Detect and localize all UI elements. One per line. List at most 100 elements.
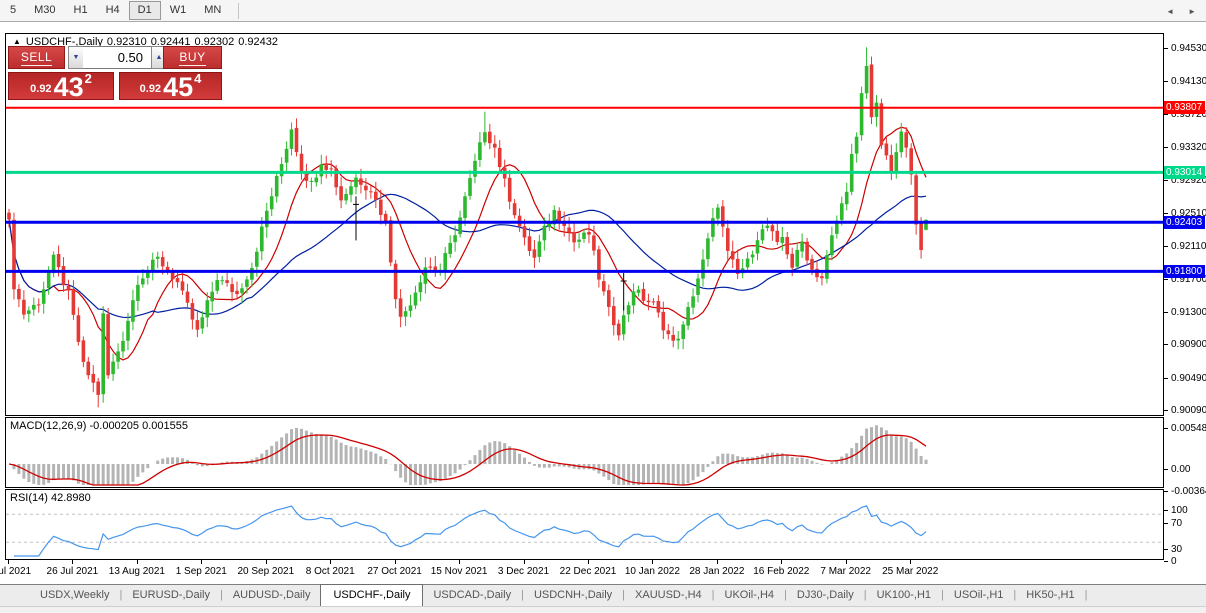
buy-price-digits: 45 bbox=[163, 76, 193, 98]
candle-body bbox=[557, 211, 561, 222]
buy-button[interactable]: BUY bbox=[163, 46, 222, 69]
tab-audusd-daily[interactable]: AUDUSD-,Daily bbox=[223, 585, 321, 606]
timeframe-button-mn[interactable]: MN bbox=[195, 1, 230, 20]
tab-ukoil-h4[interactable]: UKOil-,H4 bbox=[715, 585, 785, 606]
candle-body bbox=[676, 339, 680, 341]
candle-body bbox=[111, 362, 115, 375]
collapse-quote-icon[interactable]: ▲ bbox=[13, 37, 21, 46]
candle-body bbox=[265, 211, 269, 228]
tab-usdx-weekly[interactable]: USDX,Weekly bbox=[30, 585, 119, 606]
candle-body bbox=[548, 223, 552, 227]
candle-body bbox=[240, 288, 244, 293]
candle-body bbox=[612, 306, 616, 325]
tab-eurusd-daily[interactable]: EURUSD-,Daily bbox=[122, 585, 220, 606]
tab-usdchf-daily[interactable]: USDCHF-,Daily bbox=[320, 584, 423, 606]
candle-body bbox=[845, 192, 849, 204]
candle-body bbox=[280, 164, 284, 176]
tick-mark bbox=[1164, 81, 1168, 82]
candle-body bbox=[235, 291, 239, 294]
tab-hk50-h1[interactable]: HK50-,H1 bbox=[1016, 585, 1084, 606]
candle-body bbox=[230, 284, 234, 292]
tab-uk100-h1[interactable]: UK100-,H1 bbox=[867, 585, 941, 606]
candle-body bbox=[443, 253, 447, 271]
timeframe-button-w1[interactable]: W1 bbox=[161, 1, 196, 20]
candle-body bbox=[790, 254, 794, 268]
candle-body bbox=[448, 243, 452, 254]
tick-mark bbox=[1164, 279, 1168, 280]
candle-body bbox=[538, 241, 542, 257]
trading-terminal-window: 5M30H1H4D1W1MN ▲USDCHF-,Daily0.923100.92… bbox=[0, 0, 1206, 613]
rsi-chart[interactable] bbox=[6, 490, 1163, 559]
candle-body bbox=[250, 268, 254, 280]
candle-body bbox=[206, 300, 210, 317]
macd-axis-label-value: 0.00 bbox=[1171, 464, 1190, 475]
candle-body bbox=[17, 289, 21, 299]
macd-axis-label: 0.00 bbox=[1164, 464, 1190, 475]
rsi-axis-label-value: 30 bbox=[1171, 544, 1182, 555]
date-tick-mark bbox=[459, 560, 460, 564]
timeframe-button-h4[interactable]: H4 bbox=[97, 1, 129, 20]
candle-body bbox=[419, 282, 423, 292]
candle-body bbox=[87, 362, 91, 376]
candle-body bbox=[453, 235, 457, 242]
price-badge: 0.93014 bbox=[1164, 166, 1205, 179]
tab-usoil-h1[interactable]: USOil-,H1 bbox=[944, 585, 1014, 606]
date-axis: 7 Jul 202126 Jul 202113 Aug 20211 Sep 20… bbox=[0, 560, 1164, 582]
candle-body bbox=[374, 192, 378, 200]
rsi-axis-label-value: 70 bbox=[1171, 518, 1182, 529]
sell-button-label: SELL bbox=[21, 50, 52, 66]
candle-body bbox=[161, 257, 165, 266]
tab-xauusd-h4[interactable]: XAUUSD-,H4 bbox=[625, 585, 712, 606]
date-tick-mark bbox=[201, 560, 202, 564]
buy-price-box[interactable]: 0.92 45 4 bbox=[119, 72, 222, 100]
candle-body bbox=[587, 232, 591, 235]
date-label: 10 Jan 2022 bbox=[625, 566, 680, 577]
candle-body bbox=[101, 313, 105, 394]
tab-scroll-left-icon[interactable]: ◄ bbox=[1166, 7, 1174, 16]
candle-body bbox=[156, 257, 160, 259]
timeframe-button-5[interactable]: 5 bbox=[1, 1, 25, 20]
rsi-axis-label: 30 bbox=[1164, 544, 1182, 555]
candle-body bbox=[468, 178, 472, 196]
candle-body bbox=[349, 186, 353, 195]
candle-body bbox=[82, 340, 86, 362]
one-click-trade-panel: SELL ▼ ▲ BUY 0.92 43 2 0.92 45 4 bbox=[8, 46, 222, 100]
timeframe-button-h1[interactable]: H1 bbox=[65, 1, 97, 20]
candle-body bbox=[47, 273, 51, 288]
tick-mark bbox=[1164, 246, 1168, 247]
tab-usdcad-daily[interactable]: USDCAD-,Daily bbox=[423, 585, 521, 606]
volume-input[interactable] bbox=[83, 46, 151, 69]
price-tick-label: 0.92110 bbox=[1164, 241, 1206, 252]
timeframe-button-m30[interactable]: M30 bbox=[25, 1, 64, 20]
date-tick-mark bbox=[588, 560, 589, 564]
candle-body bbox=[7, 213, 11, 220]
rsi-value: 42.8980 bbox=[51, 492, 91, 504]
toolbar-separator bbox=[238, 3, 239, 19]
candle-body bbox=[602, 281, 606, 291]
candle-body bbox=[201, 317, 205, 328]
date-label: 22 Dec 2021 bbox=[560, 566, 617, 577]
price-tick-value: 0.90490 bbox=[1171, 373, 1206, 384]
candle-body bbox=[567, 228, 571, 233]
tab-dj30-daily[interactable]: DJ30-,Daily bbox=[787, 585, 864, 606]
sell-button[interactable]: SELL bbox=[8, 46, 65, 69]
candle-body bbox=[399, 298, 403, 316]
candle-body bbox=[652, 301, 656, 302]
candle-body bbox=[508, 178, 512, 202]
candle-body bbox=[141, 279, 145, 285]
candle-body bbox=[533, 249, 537, 257]
volume-decrease-button[interactable]: ▼ bbox=[68, 46, 84, 69]
date-label: 26 Jul 2021 bbox=[47, 566, 99, 577]
candle-body bbox=[424, 267, 428, 283]
tab-usdcnh-daily[interactable]: USDCNH-,Daily bbox=[524, 585, 622, 606]
candle-body bbox=[151, 260, 155, 271]
date-label: 1 Sep 2021 bbox=[176, 566, 227, 577]
candle-body bbox=[364, 186, 368, 191]
sell-price-box[interactable]: 0.92 43 2 bbox=[8, 72, 114, 100]
candle-body bbox=[919, 224, 923, 251]
candle-body bbox=[647, 301, 651, 303]
timeframe-button-d1[interactable]: D1 bbox=[129, 1, 161, 20]
tab-scroll-right-icon[interactable]: ► bbox=[1188, 7, 1196, 16]
candle-body bbox=[27, 310, 31, 314]
candle-body bbox=[310, 181, 314, 182]
